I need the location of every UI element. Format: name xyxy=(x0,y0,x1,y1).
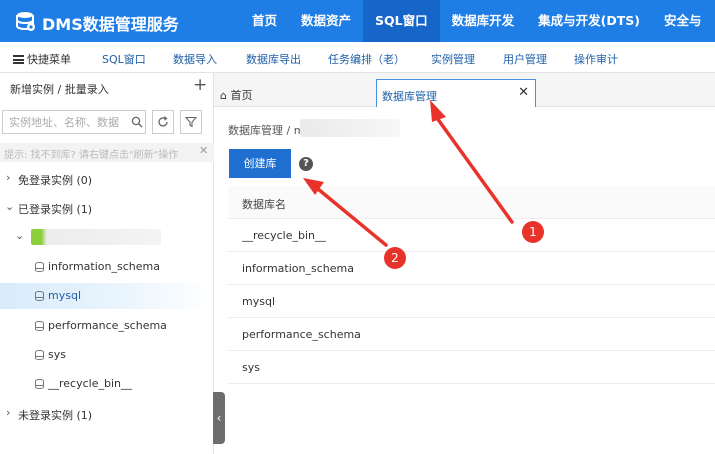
group-free-login-label: 免登录实例 (0) xyxy=(18,174,93,187)
instance-name-redacted xyxy=(31,229,161,245)
db-row-information-schema[interactable]: information_schema xyxy=(0,254,213,280)
redacted-instance-name xyxy=(300,119,400,137)
db-name: sys xyxy=(48,348,66,361)
database-icon xyxy=(35,291,44,301)
toolbar-user-manage[interactable]: 用户管理 xyxy=(503,51,547,67)
menu-icon xyxy=(13,55,24,64)
db-name: performance_schema xyxy=(48,319,167,332)
sidebar-hint: 提示: 找不到库? 请右键点击"刷新"操作 xyxy=(0,143,214,162)
db-row-performance-schema[interactable]: performance_schema xyxy=(0,313,213,339)
close-icon[interactable]: ✕ xyxy=(518,85,529,100)
tab-db-manage[interactable]: 数据库管理 ✕ xyxy=(376,79,536,107)
tab-home[interactable]: ⌂ 首页 xyxy=(214,79,374,107)
database-icon xyxy=(35,379,44,389)
refresh-icon[interactable] xyxy=(152,110,174,134)
instance-row[interactable]: ⌄ xyxy=(0,224,213,250)
db-name: mysql xyxy=(48,289,81,302)
chevron-down-icon: ⌄ xyxy=(5,200,15,213)
chevron-right-icon: › xyxy=(6,406,11,419)
filter-icon[interactable] xyxy=(180,110,202,134)
database-icon xyxy=(35,350,44,360)
dms-logo-icon xyxy=(16,12,35,31)
db-row-recycle-bin[interactable]: __recycle_bin__ xyxy=(0,371,213,397)
top-header: DMS数据管理服务 首页 数据资产 SQL窗口 数据库开发 集成与开发(DTS)… xyxy=(0,0,715,42)
table-row[interactable]: sys xyxy=(228,351,715,384)
sidebar-collapse-handle[interactable]: ‹ xyxy=(213,392,225,444)
create-database-button[interactable]: 创建库 xyxy=(229,149,291,178)
toolbar-audit[interactable]: 操作审计 xyxy=(574,51,618,67)
tab-bar: ⌂ 首页 数据库管理 ✕ xyxy=(214,73,715,107)
nav-sql-window[interactable]: SQL窗口 xyxy=(363,0,440,42)
chevron-down-icon: ⌄ xyxy=(15,229,25,242)
sidebar: 新增实例 / 批量录入 + 提示: 找不到库? 请右键点击"刷新"操作 ✕ › … xyxy=(0,73,214,454)
database-table: 数据库名 __recycle_bin__ information_schema … xyxy=(228,186,715,384)
help-icon[interactable]: ? xyxy=(299,157,313,171)
group-logged-in[interactable]: ⌄ 已登录实例 (1) xyxy=(0,195,213,221)
tab-db-manage-label: 数据库管理 xyxy=(382,90,437,103)
toolbar-instance-manage[interactable]: 实例管理 xyxy=(431,51,475,67)
group-free-login[interactable]: › 免登录实例 (0) xyxy=(0,166,213,192)
breadcrumb: 数据库管理 / m xyxy=(228,124,305,137)
search-icon[interactable] xyxy=(128,110,146,134)
chevron-right-icon: › xyxy=(6,171,11,184)
nav-data-assets[interactable]: 数据资产 xyxy=(289,0,363,42)
quick-menu-label: 快捷菜单 xyxy=(27,53,71,66)
nav-db-dev[interactable]: 数据库开发 xyxy=(440,0,527,42)
toolbar-data-import[interactable]: 数据导入 xyxy=(173,51,217,67)
nav-dts[interactable]: 集成与开发(DTS) xyxy=(526,0,652,42)
app-title: DMS数据管理服务 xyxy=(42,15,179,34)
group-not-logged-in-label: 未登录实例 (1) xyxy=(18,409,93,422)
database-icon xyxy=(35,262,44,272)
database-icon xyxy=(35,321,44,331)
hint-close-icon[interactable]: ✕ xyxy=(199,144,208,157)
dms-app: DMS数据管理服务 首页 数据资产 SQL窗口 数据库开发 集成与开发(DTS)… xyxy=(0,0,715,454)
toolbar-sql-window[interactable]: SQL窗口 xyxy=(102,51,146,67)
home-icon: ⌂ xyxy=(220,89,227,102)
add-instance-link[interactable]: 新增实例 / 批量录入 xyxy=(10,81,109,97)
toolbar-db-export[interactable]: 数据库导出 xyxy=(246,51,301,67)
db-row-sys[interactable]: sys xyxy=(0,342,213,368)
db-row-mysql[interactable]: mysql xyxy=(0,283,213,309)
quick-menu-button[interactable]: 快捷菜单 xyxy=(13,51,71,67)
table-row[interactable]: mysql xyxy=(228,285,715,318)
annotation-badge-2: 2 xyxy=(384,247,406,269)
plus-icon[interactable]: + xyxy=(193,75,207,95)
group-logged-in-label: 已登录实例 (1) xyxy=(18,203,93,216)
table-row[interactable]: __recycle_bin__ xyxy=(228,219,715,252)
nav-security[interactable]: 安全与 xyxy=(652,0,714,42)
tab-home-label: 首页 xyxy=(230,89,253,102)
db-name: information_schema xyxy=(48,260,160,273)
table-row[interactable]: information_schema xyxy=(228,252,715,285)
table-row[interactable]: performance_schema xyxy=(228,318,715,351)
top-nav: 首页 数据资产 SQL窗口 数据库开发 集成与开发(DTS) 安全与 xyxy=(240,0,714,42)
nav-home[interactable]: 首页 xyxy=(240,0,289,42)
quick-toolbar: 快捷菜单 SQL窗口 数据导入 数据库导出 任务编排（老） 实例管理 用户管理 … xyxy=(0,42,715,73)
instance-search-input[interactable] xyxy=(2,110,146,134)
annotation-badge-1: 1 xyxy=(522,221,544,243)
db-name: __recycle_bin__ xyxy=(48,377,132,390)
table-header: 数据库名 xyxy=(228,186,715,219)
group-not-logged-in[interactable]: › 未登录实例 (1) xyxy=(0,401,213,427)
toolbar-task-orchestration[interactable]: 任务编排（老） xyxy=(328,51,405,67)
